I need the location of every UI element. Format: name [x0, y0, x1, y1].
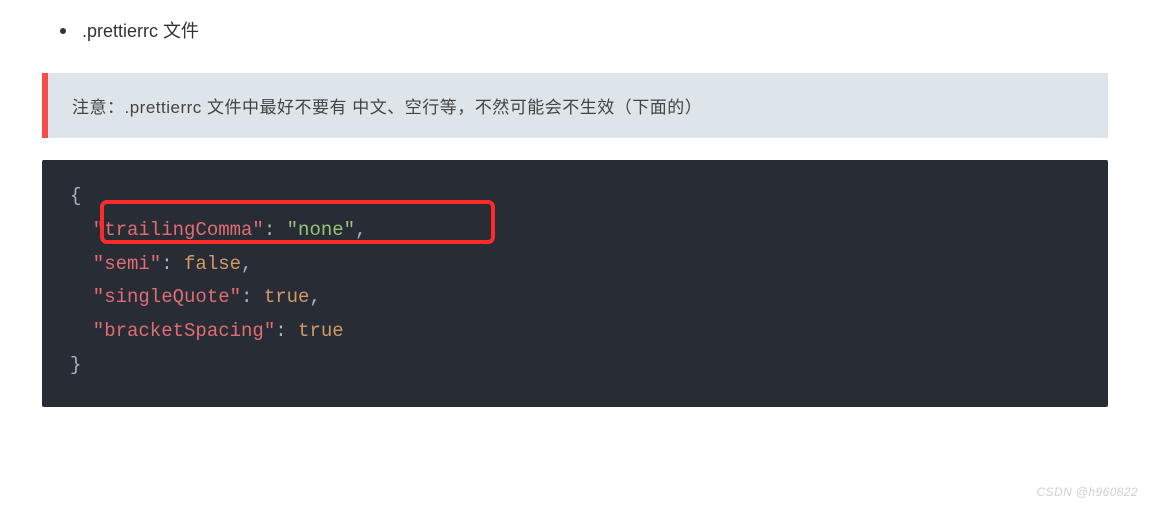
watermark-text: CSDN @h960822	[1037, 485, 1138, 499]
code-block: { "trailingComma": "none", "semi": false…	[42, 160, 1108, 407]
code-line-trailing-comma: "trailingComma": "none",	[70, 214, 1080, 248]
callout-note: 注意：.prettierrc 文件中最好不要有 中文、空行等，不然可能会不生效（…	[42, 73, 1108, 138]
code-line-bracket-spacing: "bracketSpacing": true	[70, 315, 1080, 349]
code-brace-open: {	[70, 180, 1080, 214]
bullet-list: .prettierrc 文件	[42, 18, 1108, 45]
bullet-text: .prettierrc 文件	[82, 21, 199, 41]
code-brace-close: }	[70, 349, 1080, 383]
bullet-item: .prettierrc 文件	[82, 18, 1108, 45]
callout-text: 注意：.prettierrc 文件中最好不要有 中文、空行等，不然可能会不生效（…	[72, 98, 702, 117]
document-content: .prettierrc 文件 注意：.prettierrc 文件中最好不要有 中…	[0, 0, 1150, 407]
code-line-semi: "semi": false,	[70, 248, 1080, 282]
code-line-single-quote: "singleQuote": true,	[70, 281, 1080, 315]
